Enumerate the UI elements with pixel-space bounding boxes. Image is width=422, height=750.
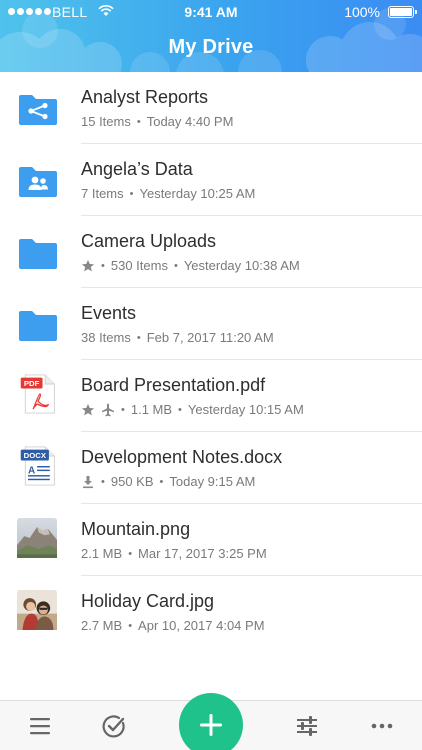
file-meta: 15 Items • Today 4:40 PM [81, 114, 233, 129]
modified-date: Feb 7, 2017 11:20 AM [146, 330, 274, 345]
item-count: 15 Items [81, 114, 131, 129]
pdf-label: PDF [24, 379, 40, 388]
file-name: Board Presentation.pdf [81, 375, 266, 395]
list-item-events[interactable]: Events 38 Items • Feb 7, 2017 11:20 AM [0, 288, 422, 360]
file-size: 2.1 MB [81, 546, 123, 561]
file-size: 950 KB [110, 474, 154, 489]
filter-sliders-icon[interactable] [294, 713, 320, 739]
file-name: Events [81, 303, 137, 323]
modified-date: Yesterday 10:25 AM [139, 186, 256, 201]
file-name: Holiday Card.jpg [81, 591, 215, 611]
folder-icon [19, 311, 57, 341]
file-meta: • 530 Items • Yesterday 10:38 AM [81, 258, 300, 273]
modified-date: Mar 17, 2017 3:25 PM [138, 546, 267, 561]
separator-dot: • [101, 475, 105, 488]
list-item-holiday-card[interactable]: Holiday Card.jpg 2.7 MB • Apr 10, 2017 4… [0, 576, 422, 648]
docx-label: DOCX [24, 451, 47, 460]
separator-dot: • [128, 619, 133, 632]
app-header: BELL 9:41 AM 100% My Drive [0, 0, 422, 72]
file-meta: 38 Items • Feb 7, 2017 11:20 AM [81, 330, 274, 345]
separator-dot: • [178, 403, 182, 416]
separator-dot: • [101, 259, 105, 272]
page-title: My Drive [168, 36, 254, 58]
photo-image-thumbnail [17, 590, 57, 630]
download-icon [83, 475, 93, 488]
list-item-angelas-data[interactable]: Angela’s Data 7 Items • Yesterday 10:25 … [0, 144, 422, 216]
separator-dot: • [159, 475, 164, 488]
shared-folder-icon [19, 95, 57, 125]
star-icon [82, 259, 94, 271]
file-name: Camera Uploads [81, 231, 217, 251]
more-icon[interactable] [369, 713, 395, 739]
mountain-image-thumbnail [17, 518, 57, 558]
pdf-icon: PDF [20, 374, 55, 414]
file-size: 2.7 MB [81, 618, 123, 633]
modified-date: Yesterday 10:38 AM [183, 258, 300, 273]
file-meta: 7 Items • Yesterday 10:25 AM [81, 186, 255, 201]
file-name: Development Notes.docx [81, 447, 283, 467]
list-item-board-presentation[interactable]: PDF Board Presentation.pdf • 1.1 MB • Ye… [0, 360, 422, 432]
list-item-analyst-reports[interactable]: Analyst Reports 15 Items • Today 4:40 PM [0, 72, 422, 144]
separator-dot: • [129, 187, 134, 200]
file-name: Mountain.png [81, 519, 191, 539]
list-item-camera-uploads[interactable]: Camera Uploads • 530 Items • Yesterday 1… [0, 216, 422, 288]
check-circle-icon[interactable] [101, 713, 127, 739]
item-count: 7 Items [81, 186, 124, 201]
modified-date: Today 9:15 AM [169, 474, 256, 489]
modified-date: Apr 10, 2017 4:04 PM [138, 618, 265, 633]
people-folder-icon [19, 167, 57, 197]
menu-icon[interactable] [27, 713, 53, 739]
file-name: Angela’s Data [81, 159, 193, 179]
airplane-icon [102, 403, 114, 416]
separator-dot: • [128, 547, 133, 560]
add-icon [200, 714, 222, 736]
item-count: 530 Items [110, 258, 168, 273]
file-meta: • 950 KB • Today 9:15 AM [81, 474, 255, 489]
list-item-mountain[interactable]: Mountain.png 2.1 MB • Mar 17, 2017 3:25 … [0, 504, 422, 576]
file-meta: 2.1 MB • Mar 17, 2017 3:25 PM [81, 546, 267, 561]
battery-icon [388, 6, 417, 18]
item-count: 38 Items [81, 330, 131, 345]
file-meta: 2.7 MB • Apr 10, 2017 4:04 PM [81, 618, 265, 633]
separator-dot: • [173, 259, 178, 272]
separator-dot: • [136, 115, 141, 128]
file-name: Analyst Reports [81, 87, 209, 107]
battery-percent: 100% [344, 4, 380, 20]
folder-icon [19, 239, 57, 269]
star-icon [82, 403, 94, 415]
docx-icon: DOCX A [20, 446, 55, 486]
modified-date: Yesterday 10:15 AM [187, 402, 304, 417]
file-meta: • 1.1 MB • Yesterday 10:15 AM [81, 402, 304, 417]
modified-date: Today 4:40 PM [146, 114, 234, 129]
file-list: Analyst Reports 15 Items • Today 4:40 PM… [0, 72, 422, 648]
separator-dot: • [136, 331, 141, 344]
file-size: 1.1 MB [130, 402, 173, 417]
svg-text:A: A [28, 465, 35, 476]
separator-dot: • [121, 403, 125, 416]
status-bar: BELL 9:41 AM 100% [0, 0, 422, 24]
list-item-development-notes[interactable]: DOCX A Development Notes.docx • 950 KB •… [0, 432, 422, 504]
add-button[interactable] [179, 693, 243, 750]
